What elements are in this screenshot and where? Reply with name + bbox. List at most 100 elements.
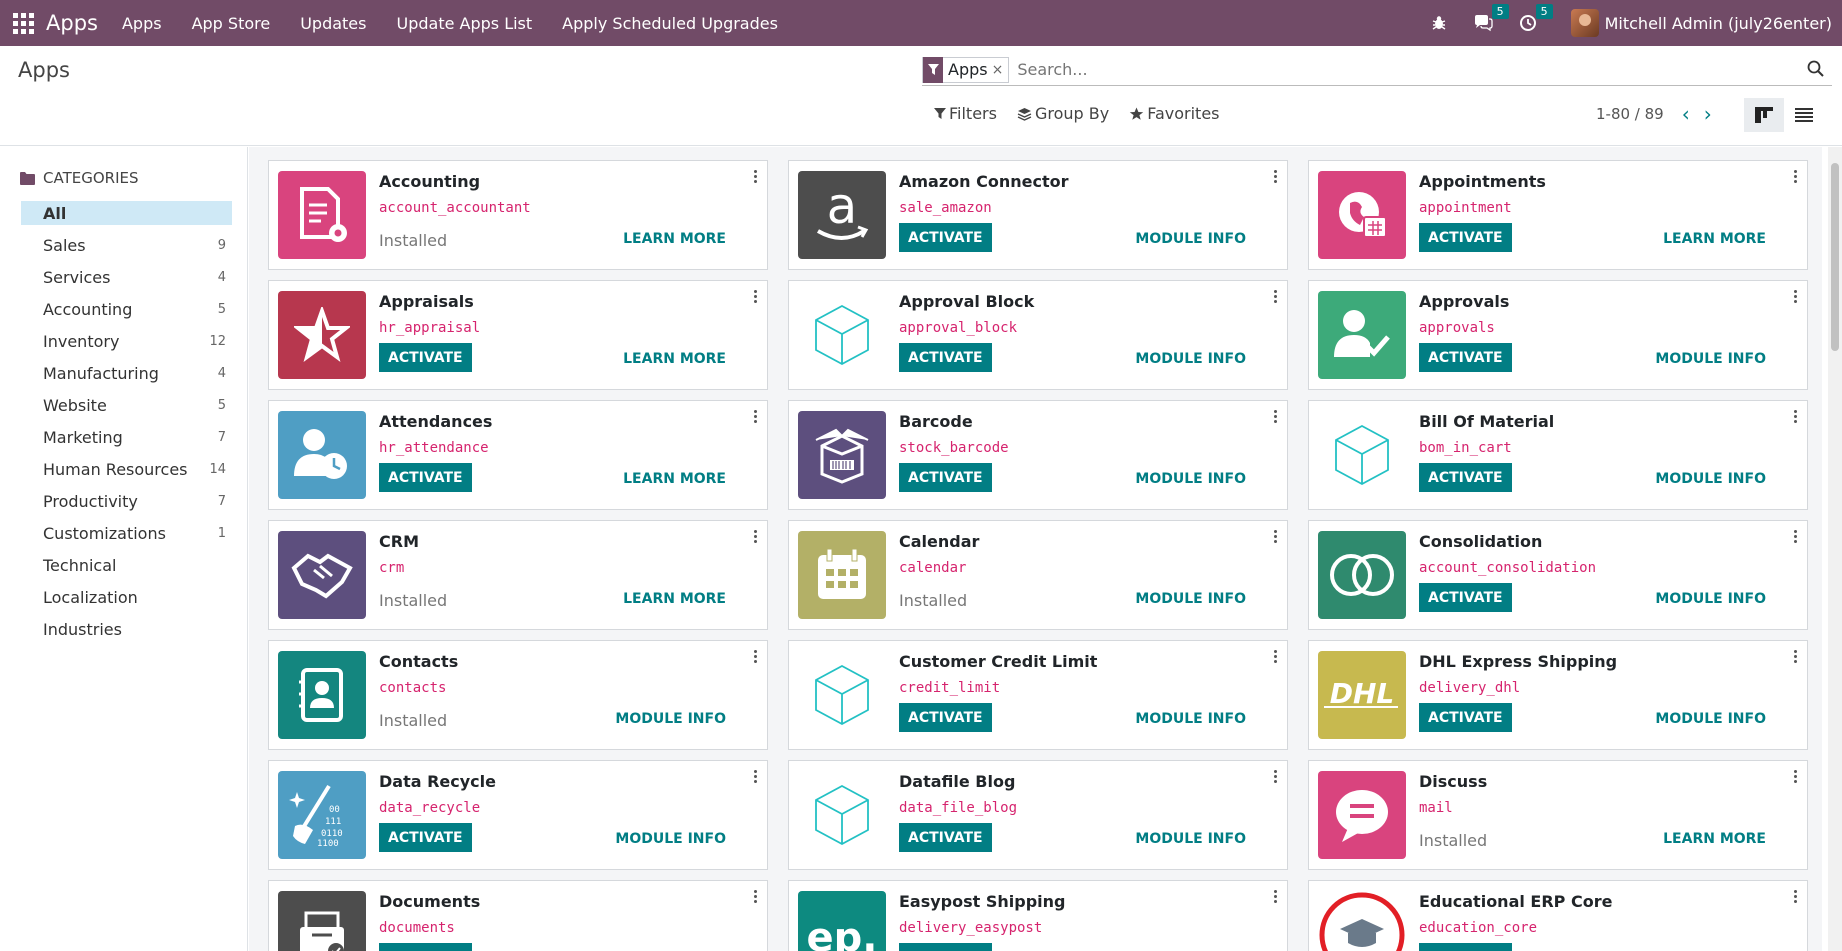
app-card-data-recycle[interactable]: 00 111 0110 1100 Data Recycle data_recycle ACT… xyxy=(268,760,768,870)
category-item-customizations[interactable]: Customizations 1 xyxy=(21,521,232,545)
activate-button[interactable]: ACTIVATE xyxy=(899,463,992,492)
app-card-bill-of-material[interactable]: Bill Of Material bom_in_cart ACTIVATE MODUL… xyxy=(1308,400,1808,510)
learn-more-button[interactable]: LEARN MORE xyxy=(623,351,726,367)
module-info-button[interactable]: MODULE INFO xyxy=(1135,591,1246,607)
app-menu-grid-icon[interactable] xyxy=(12,12,34,34)
category-item-accounting[interactable]: Accounting 5 xyxy=(21,297,232,321)
user-avatar[interactable] xyxy=(1570,9,1599,37)
category-item-all[interactable]: All xyxy=(21,201,232,225)
module-info-button[interactable]: MODULE INFO xyxy=(615,831,726,847)
card-menu-kebab-icon[interactable] xyxy=(1273,650,1277,665)
card-menu-kebab-icon[interactable] xyxy=(1793,770,1797,785)
module-info-button[interactable]: MODULE INFO xyxy=(1135,471,1246,487)
vertical-scrollbar[interactable] xyxy=(1828,147,1842,951)
category-item-marketing[interactable]: Marketing 7 xyxy=(21,425,232,449)
activate-button[interactable]: ACTIVATE xyxy=(1419,943,1512,951)
module-info-button[interactable]: MODULE INFO xyxy=(1655,471,1766,487)
app-card-datafile-blog[interactable]: Datafile Blog data_file_blog ACTIVATE MODUL… xyxy=(788,760,1288,870)
activate-button[interactable]: ACTIVATE xyxy=(379,943,472,951)
card-menu-kebab-icon[interactable] xyxy=(1793,410,1797,425)
app-card-dhl-express-shipping[interactable]: DHL DHL Express Shipping delivery_dhl ACTIV… xyxy=(1308,640,1808,750)
learn-more-button[interactable]: LEARN MORE xyxy=(623,471,726,487)
app-card-appointments[interactable]: Appointments appointment ACTIVATE LEARN MOR… xyxy=(1308,160,1808,270)
scrollbar-thumb[interactable] xyxy=(1831,163,1839,351)
nav-apply-scheduled-upgrades[interactable]: Apply Scheduled Upgrades xyxy=(562,14,778,33)
card-menu-kebab-icon[interactable] xyxy=(753,650,757,665)
activate-button[interactable]: ACTIVATE xyxy=(1419,343,1512,372)
group-by-button[interactable]: Group By xyxy=(1017,104,1109,123)
module-info-button[interactable]: MODULE INFO xyxy=(1135,711,1246,727)
app-card-accounting[interactable]: Accounting account_accountant Installed LEA… xyxy=(268,160,768,270)
card-menu-kebab-icon[interactable] xyxy=(1793,290,1797,305)
card-menu-kebab-icon[interactable] xyxy=(1793,890,1797,905)
app-card-calendar[interactable]: Calendar calendar Installed MODULE INFO xyxy=(788,520,1288,630)
app-card-attendances[interactable]: Attendances hr_attendance ACTIVATE LEARN MO… xyxy=(268,400,768,510)
card-menu-kebab-icon[interactable] xyxy=(753,890,757,905)
app-card-crm[interactable]: CRM crm Installed LEARN MORE xyxy=(268,520,768,630)
card-menu-kebab-icon[interactable] xyxy=(1273,170,1277,185)
activate-button[interactable]: ACTIVATE xyxy=(899,823,992,852)
activate-button[interactable]: ACTIVATE xyxy=(379,823,472,852)
debug-bug-icon[interactable] xyxy=(1431,15,1447,31)
search-input[interactable] xyxy=(1017,60,1778,79)
favorites-button[interactable]: Favorites xyxy=(1129,104,1220,123)
module-info-button[interactable]: MODULE INFO xyxy=(615,711,726,727)
activate-button[interactable]: ACTIVATE xyxy=(899,703,992,732)
card-menu-kebab-icon[interactable] xyxy=(1273,530,1277,545)
category-item-services[interactable]: Services 4 xyxy=(21,265,232,289)
search-icon[interactable] xyxy=(1807,60,1824,81)
card-menu-kebab-icon[interactable] xyxy=(1273,890,1277,905)
card-menu-kebab-icon[interactable] xyxy=(753,770,757,785)
activate-button[interactable]: ACTIVATE xyxy=(899,343,992,372)
activate-button[interactable]: ACTIVATE xyxy=(899,943,992,951)
app-card-amazon-connector[interactable]: a Amazon Connector sale_amazon ACTIVATE MODU… xyxy=(788,160,1288,270)
nav-apps[interactable]: Apps xyxy=(122,14,162,33)
app-card-consolidation[interactable]: Consolidation account_consolidation ACTIVA… xyxy=(1308,520,1808,630)
card-menu-kebab-icon[interactable] xyxy=(1273,410,1277,425)
brand-title[interactable]: Apps xyxy=(46,11,98,35)
card-menu-kebab-icon[interactable] xyxy=(753,290,757,305)
category-item-productivity[interactable]: Productivity 7 xyxy=(21,489,232,513)
module-info-button[interactable]: MODULE INFO xyxy=(1135,231,1246,247)
activate-button[interactable]: ACTIVATE xyxy=(379,463,472,492)
kanban-view-icon[interactable] xyxy=(1744,98,1784,132)
app-card-discuss[interactable]: Discuss mail Installed LEARN MORE xyxy=(1308,760,1808,870)
category-item-human-resources[interactable]: Human Resources 14 xyxy=(21,457,232,481)
app-card-approval-block[interactable]: Approval Block approval_block ACTIVATE MODU… xyxy=(788,280,1288,390)
learn-more-button[interactable]: LEARN MORE xyxy=(623,591,726,607)
category-item-sales[interactable]: Sales 9 xyxy=(21,233,232,257)
activate-button[interactable]: ACTIVATE xyxy=(1419,463,1512,492)
activate-button[interactable]: ACTIVATE xyxy=(1419,583,1512,612)
category-item-manufacturing[interactable]: Manufacturing 4 xyxy=(21,361,232,385)
nav-app-store[interactable]: App Store xyxy=(192,14,271,33)
user-menu-name[interactable]: Mitchell Admin (july26enter) xyxy=(1605,14,1832,33)
learn-more-button[interactable]: LEARN MORE xyxy=(623,231,726,247)
activate-button[interactable]: ACTIVATE xyxy=(1419,223,1512,252)
app-card-documents[interactable]: DocumentsdocumentsACTIVATELEARN MORE xyxy=(268,880,768,951)
category-item-localization[interactable]: Localization xyxy=(21,585,232,609)
module-info-button[interactable]: MODULE INFO xyxy=(1655,711,1766,727)
activate-button[interactable]: ACTIVATE xyxy=(379,343,472,372)
app-card-appraisals[interactable]: Appraisals hr_appraisal ACTIVATE LEARN MORE xyxy=(268,280,768,390)
app-card-educational-erp-core[interactable]: Educational ERP Core education_core ACTIVA… xyxy=(1308,880,1808,951)
learn-more-button[interactable]: LEARN MORE xyxy=(1663,231,1766,247)
activate-button[interactable]: ACTIVATE xyxy=(899,223,992,252)
pager-previous-icon[interactable]: ‹ xyxy=(1682,102,1690,126)
card-menu-kebab-icon[interactable] xyxy=(1273,770,1277,785)
pager-next-icon[interactable]: › xyxy=(1704,102,1712,126)
card-menu-kebab-icon[interactable] xyxy=(1273,290,1277,305)
category-item-industries[interactable]: Industries xyxy=(21,617,232,641)
facet-remove-icon[interactable]: × xyxy=(992,62,1009,78)
learn-more-button[interactable]: LEARN MORE xyxy=(1663,831,1766,847)
card-menu-kebab-icon[interactable] xyxy=(1793,650,1797,665)
category-item-inventory[interactable]: Inventory 12 xyxy=(21,329,232,353)
card-menu-kebab-icon[interactable] xyxy=(1793,530,1797,545)
activate-button[interactable]: ACTIVATE xyxy=(1419,703,1512,732)
app-card-customer-credit-limit[interactable]: Customer Credit Limit credit_limit ACTIVAT… xyxy=(788,640,1288,750)
app-card-easypost-shipping[interactable]: ep. Easypost Shipping delivery_easypost ACT… xyxy=(788,880,1288,951)
module-info-button[interactable]: MODULE INFO xyxy=(1655,351,1766,367)
app-card-approvals[interactable]: Approvals approvals ACTIVATE MODULE INFO xyxy=(1308,280,1808,390)
pager-value[interactable]: 1-80 / 89 xyxy=(1596,105,1664,123)
card-menu-kebab-icon[interactable] xyxy=(753,170,757,185)
activities-clock-icon[interactable]: 5 xyxy=(1519,4,1553,32)
